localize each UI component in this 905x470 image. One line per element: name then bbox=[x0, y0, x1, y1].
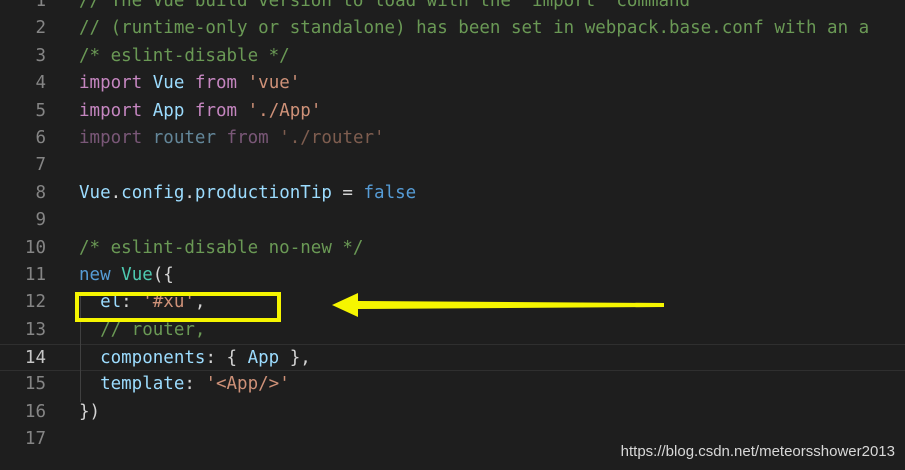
code-line[interactable]: 14 components: { App }, bbox=[0, 344, 905, 372]
annotation-highlight-box bbox=[75, 292, 281, 322]
code-line[interactable]: 8 Vue.config.productionTip = false bbox=[0, 180, 905, 207]
line-number: 8 bbox=[35, 182, 46, 203]
annotation-arrow-icon bbox=[332, 293, 664, 317]
line-number: 11 bbox=[24, 264, 46, 285]
code-token: from bbox=[194, 100, 238, 121]
code-line[interactable]: 2 // (runtime-only or standalone) has bee… bbox=[0, 15, 905, 42]
code-token: = bbox=[331, 182, 364, 203]
code-text[interactable]: template: '<App/>' bbox=[79, 371, 290, 398]
line-number: 10 bbox=[24, 237, 46, 258]
code-text[interactable]: /* eslint-disable no-new */ bbox=[79, 235, 363, 262]
code-token: // (runtime-only or standalone) has been… bbox=[79, 18, 870, 39]
code-token: template bbox=[100, 374, 185, 395]
code-token: // router, bbox=[100, 319, 206, 340]
code-line[interactable]: 3 /* eslint-disable */ bbox=[0, 43, 905, 70]
code-line[interactable]: 9 bbox=[0, 207, 905, 234]
code-text[interactable]: // The Vue build version to load with th… bbox=[79, 0, 690, 15]
line-number: 15 bbox=[24, 374, 46, 395]
code-lines[interactable]: 1 // The Vue build version to load with t… bbox=[0, 0, 905, 454]
code-token: : { bbox=[205, 348, 248, 369]
code-text[interactable]: import App from './App' bbox=[79, 98, 321, 125]
code-token: '<App/>' bbox=[205, 374, 290, 395]
code-token: }) bbox=[79, 401, 101, 422]
code-token: App bbox=[247, 348, 280, 369]
code-token: . bbox=[110, 182, 122, 203]
code-token: . bbox=[184, 182, 195, 203]
code-text[interactable]: }) bbox=[79, 399, 100, 426]
code-token: from bbox=[226, 127, 269, 148]
code-line[interactable]: 15 template: '<App/>' bbox=[0, 371, 905, 398]
code-token: router bbox=[152, 127, 216, 148]
code-token: ({ bbox=[152, 264, 174, 285]
code-line[interactable]: 1 // The Vue build version to load with t… bbox=[0, 0, 905, 15]
code-line[interactable]: 10 /* eslint-disable no-new */ bbox=[0, 235, 905, 262]
code-token: config bbox=[121, 182, 185, 203]
code-token: /* eslint-disable */ bbox=[79, 45, 290, 66]
line-number: 1 bbox=[35, 0, 46, 11]
code-token: import bbox=[79, 127, 143, 148]
code-token: productionTip bbox=[194, 182, 332, 203]
code-token: './App' bbox=[247, 100, 322, 121]
line-number: 2 bbox=[35, 18, 46, 39]
code-token: false bbox=[363, 182, 417, 203]
code-text[interactable]: new Vue({ bbox=[79, 262, 174, 289]
line-number: 9 bbox=[35, 210, 46, 231]
watermark-text: https://blog.csdn.net/meteorsshower2013 bbox=[620, 443, 895, 460]
code-token: 'vue' bbox=[247, 73, 301, 94]
code-line[interactable]: 6 import router from './router' bbox=[0, 125, 905, 152]
code-token: components bbox=[100, 348, 206, 369]
line-number: 5 bbox=[35, 100, 46, 121]
line-number: 16 bbox=[24, 401, 46, 422]
line-number: 13 bbox=[24, 319, 46, 340]
code-line[interactable]: 11 new Vue({ bbox=[0, 262, 905, 289]
code-line[interactable]: 16}) bbox=[0, 399, 905, 426]
code-text[interactable]: import Vue from 'vue' bbox=[79, 70, 300, 97]
code-token: new bbox=[79, 264, 111, 285]
code-token: App bbox=[152, 100, 185, 121]
line-number: 7 bbox=[35, 155, 46, 176]
code-line[interactable]: 4 import Vue from 'vue' bbox=[0, 70, 905, 97]
line-number: 14 bbox=[24, 348, 46, 369]
code-text[interactable]: // (runtime-only or standalone) has been… bbox=[79, 15, 869, 42]
code-text[interactable]: Vue.config.productionTip = false bbox=[79, 180, 416, 207]
code-token: }, bbox=[279, 348, 311, 369]
line-number: 4 bbox=[35, 73, 46, 94]
code-text[interactable]: import router from './router' bbox=[79, 125, 385, 152]
line-number: 12 bbox=[24, 292, 46, 313]
code-editor[interactable]: 1 // The Vue build version to load with t… bbox=[0, 0, 905, 470]
code-token: './router' bbox=[279, 127, 385, 148]
line-number: 6 bbox=[35, 127, 46, 148]
code-line[interactable]: 5 import App from './App' bbox=[0, 98, 905, 125]
line-number: 17 bbox=[24, 429, 46, 450]
code-token: // The Vue build version to load with th… bbox=[79, 0, 691, 11]
code-text[interactable]: components: { App }, bbox=[79, 345, 311, 372]
code-token: Vue bbox=[121, 264, 153, 285]
code-token: import bbox=[79, 100, 143, 121]
code-token: : bbox=[184, 374, 206, 395]
code-token: Vue bbox=[152, 73, 185, 94]
code-line[interactable]: 7 bbox=[0, 152, 905, 179]
code-token: import bbox=[79, 73, 143, 94]
code-token: Vue bbox=[79, 182, 111, 203]
line-number: 3 bbox=[35, 45, 46, 66]
code-token: from bbox=[194, 73, 238, 94]
code-text[interactable]: /* eslint-disable */ bbox=[79, 43, 290, 70]
code-token: /* eslint-disable no-new */ bbox=[79, 237, 364, 258]
